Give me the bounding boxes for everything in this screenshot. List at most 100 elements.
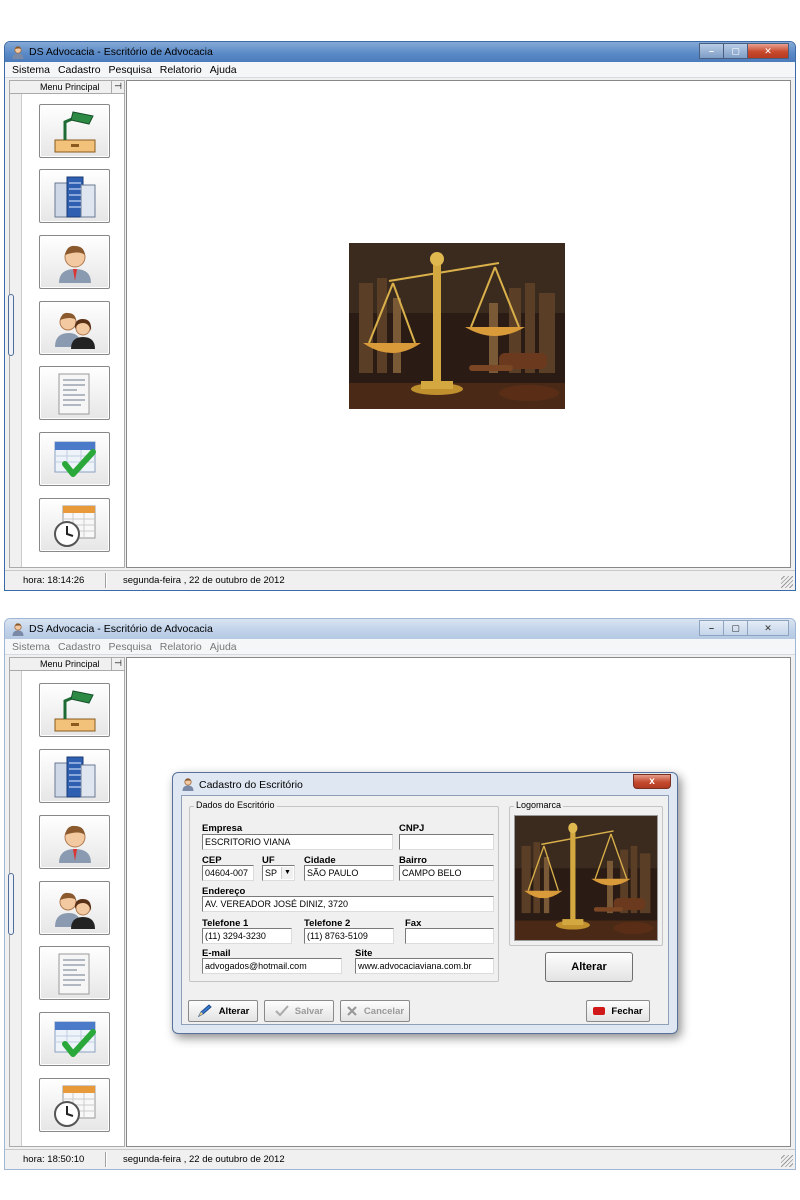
pencil-icon — [197, 1004, 212, 1018]
menu-pesquisa[interactable]: Pesquisa — [105, 641, 156, 653]
agenda-button[interactable] — [39, 1012, 110, 1066]
status-separator — [105, 573, 107, 588]
app-icon — [11, 622, 25, 636]
pin-icon[interactable]: ⊣ — [111, 658, 124, 670]
status-time: hora: 18:50:10 — [23, 1154, 85, 1165]
document-icon — [53, 372, 97, 416]
menu-cadastro[interactable]: Cadastro — [54, 64, 105, 76]
app-icon — [11, 45, 25, 59]
cliente-button[interactable] — [39, 815, 110, 869]
escritorio-button[interactable] — [39, 104, 110, 158]
menu-relatorio[interactable]: Relatorio — [156, 64, 206, 76]
main-menu-panel: Menu Principal ⊣ — [9, 657, 125, 1147]
compromissos-button[interactable] — [39, 1078, 110, 1132]
pin-icon[interactable]: ⊣ — [111, 81, 124, 93]
telefone1-field[interactable]: (11) 3294-3230 — [202, 928, 292, 944]
menu-sistema[interactable]: Sistema — [8, 64, 54, 76]
dialog-close-button[interactable]: x — [633, 774, 671, 789]
window-title: DS Advocacia - Escritório de Advocacia — [29, 46, 213, 58]
cancelar-button[interactable]: Cancelar — [340, 1000, 410, 1022]
user-icon — [53, 241, 97, 285]
fechar-button[interactable]: Fechar — [586, 1000, 650, 1022]
usuarios-button[interactable] — [39, 301, 110, 355]
bairro-field[interactable]: CAMPO BELO — [399, 865, 494, 881]
logomarca-group: Logomarca — [509, 800, 663, 946]
cliente-button[interactable] — [39, 235, 110, 289]
usuarios-button[interactable] — [39, 881, 110, 935]
users-icon — [53, 887, 97, 931]
empresas-button[interactable] — [39, 749, 110, 803]
desk-lamp-icon — [53, 689, 97, 733]
status-date: segunda-feira , 22 de outubro de 2012 — [123, 575, 285, 586]
close-button[interactable]: ✕ — [747, 620, 789, 636]
desk-lamp-icon — [53, 110, 97, 154]
endereco-field[interactable]: AV. VEREADOR JOSÉ DINIZ, 3720 — [202, 896, 494, 912]
justice-scales-image — [349, 243, 565, 409]
main-menu-title: Menu Principal — [40, 659, 100, 669]
dialog-title-bar[interactable]: Cadastro do Escritório x — [173, 773, 677, 795]
panel-resize-handle[interactable] — [8, 294, 14, 356]
site-field[interactable]: www.advocaciaviana.com.br — [355, 958, 494, 974]
menu-sistema[interactable]: Sistema — [8, 641, 54, 653]
menu-ajuda[interactable]: Ajuda — [206, 641, 241, 653]
menu-pesquisa[interactable]: Pesquisa — [105, 64, 156, 76]
status-date: segunda-feira , 22 de outubro de 2012 — [123, 1154, 285, 1165]
buildings-icon — [53, 755, 97, 799]
menu-relatorio[interactable]: Relatorio — [156, 641, 206, 653]
menu-bar: Sistema Cadastro Pesquisa Relatorio Ajud… — [5, 639, 795, 655]
title-bar[interactable]: DS Advocacia - Escritório de Advocacia –… — [5, 42, 795, 62]
cidade-field[interactable]: SÃO PAULO — [304, 865, 394, 881]
cnpj-label: CNPJ — [399, 823, 425, 834]
cnpj-field[interactable] — [399, 834, 494, 850]
minimize-button[interactable]: – — [699, 620, 723, 636]
dados-escritorio-group: Dados do Escritório Empresa ESCRITORIO V… — [189, 800, 499, 982]
menu-cadastro[interactable]: Cadastro — [54, 641, 105, 653]
menu-bar: Sistema Cadastro Pesquisa Relatorio Ajud… — [5, 62, 795, 78]
telefone2-field[interactable]: (11) 8763-5109 — [304, 928, 394, 944]
uf-select[interactable]: SP ▼ — [262, 865, 295, 881]
alterar-logo-button[interactable]: Alterar — [545, 952, 633, 982]
calendar-check-icon — [53, 438, 97, 482]
alterar-button[interactable]: Alterar — [188, 1000, 258, 1022]
window-controls: – ▢ ✕ — [699, 620, 789, 636]
window-controls: – ▢ ✕ — [699, 43, 789, 59]
status-bar: hora: 18:50:10 segunda-feira , 22 de out… — [5, 1149, 795, 1169]
resize-grip-icon[interactable] — [781, 1155, 793, 1167]
compromissos-button[interactable] — [39, 498, 110, 552]
panel-resize-handle[interactable] — [8, 873, 14, 935]
cep-field[interactable]: 04604-007 — [202, 865, 254, 881]
documentos-button[interactable] — [39, 946, 110, 1000]
agenda-button[interactable] — [39, 432, 110, 486]
status-bar: hora: 18:14:26 segunda-feira , 22 de out… — [5, 570, 795, 590]
resize-grip-icon[interactable] — [781, 576, 793, 588]
minimize-button[interactable]: – — [699, 43, 723, 59]
calendar-check-icon — [53, 1018, 97, 1062]
cadastro-escritorio-dialog: Cadastro do Escritório x Dados do Escrit… — [172, 772, 678, 1034]
maximize-button[interactable]: ▢ — [723, 620, 747, 636]
document-icon — [53, 952, 97, 996]
check-icon — [275, 1005, 289, 1017]
dialog-body: Dados do Escritório Empresa ESCRITORIO V… — [181, 795, 669, 1025]
chevron-down-icon[interactable]: ▼ — [281, 867, 293, 879]
user-icon — [53, 821, 97, 865]
fax-field[interactable] — [405, 928, 494, 944]
main-menu-title: Menu Principal — [40, 82, 100, 92]
uf-value: SP — [265, 868, 278, 878]
calendar-clock-icon — [53, 504, 97, 548]
maximize-button[interactable]: ▢ — [723, 43, 747, 59]
documentos-button[interactable] — [39, 366, 110, 420]
empresa-label: Empresa — [202, 823, 243, 834]
salvar-button[interactable]: Salvar — [264, 1000, 334, 1022]
escritorio-button[interactable] — [39, 683, 110, 737]
status-time: hora: 18:14:26 — [23, 575, 85, 586]
users-icon — [53, 307, 97, 351]
status-separator — [105, 1152, 107, 1167]
email-field[interactable]: advogados@hotmail.com — [202, 958, 342, 974]
menu-ajuda[interactable]: Ajuda — [206, 64, 241, 76]
buildings-icon — [53, 175, 97, 219]
x-icon — [347, 1006, 357, 1016]
empresa-field[interactable]: ESCRITORIO VIANA — [202, 834, 393, 850]
close-button[interactable]: ✕ — [747, 43, 789, 59]
title-bar[interactable]: DS Advocacia - Escritório de Advocacia –… — [5, 619, 795, 639]
empresas-button[interactable] — [39, 169, 110, 223]
